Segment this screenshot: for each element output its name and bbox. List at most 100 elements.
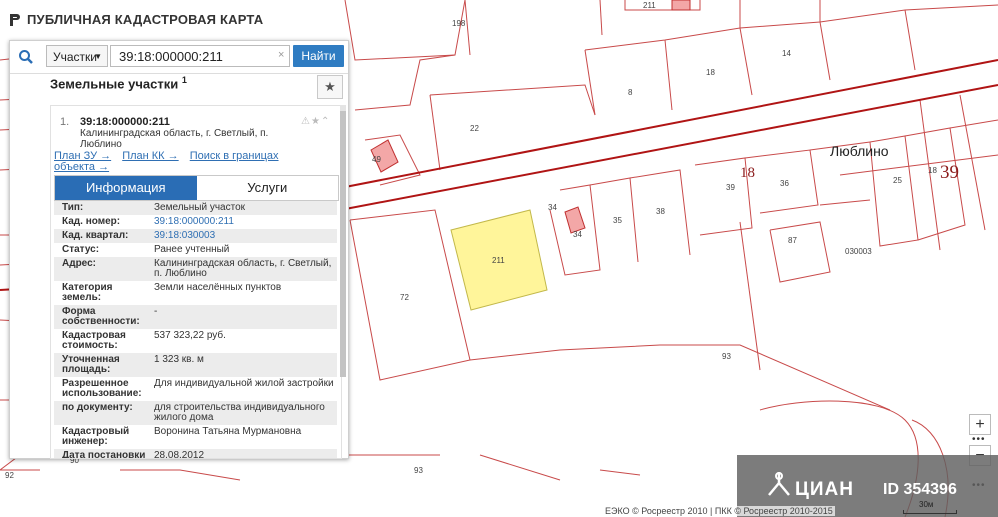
info-value: Калининградская область, г. Светлый, п. … [154, 258, 332, 279]
info-value: 1 323 кв. м [154, 354, 204, 365]
info-table: Тип: Земельный участок Кад. номер: 39:18:00… [54, 201, 337, 459]
info-key: Кадастровый инженер: [62, 426, 130, 447]
chevron-up-icon[interactable]: ⌃ [321, 116, 330, 127]
chevron-down-icon: ▼ [94, 52, 102, 61]
info-key: Адрес: [62, 258, 96, 269]
svg-text:39: 39 [726, 183, 735, 192]
warning-icon[interactable]: ⚠ [301, 116, 311, 127]
tab-info[interactable]: Информация [55, 176, 197, 200]
info-key: Дата постановки на [62, 450, 146, 459]
info-value[interactable]: 39:18:000000:211 [154, 217, 337, 227]
search-input[interactable] [110, 45, 290, 67]
app-title-text: ПУБЛИЧНАЯ КАДАСТРОВАЯ КАРТА [27, 12, 264, 27]
app-title: ПУБЛИЧНАЯ КАДАСТРОВАЯ КАРТА [9, 12, 263, 27]
info-value: Земельный участок [154, 202, 246, 213]
svg-text:211: 211 [643, 1, 656, 10]
svg-text:22: 22 [470, 124, 479, 133]
results-heading: Земельные участки 1 [50, 75, 187, 91]
info-row: Статус: Ранее учтенный [54, 243, 337, 257]
tab-services[interactable]: Услуги [197, 176, 339, 200]
svg-text:49: 49 [372, 155, 381, 164]
svg-text:72: 72 [400, 293, 409, 302]
info-value: Земли населённых пунктов [154, 282, 282, 293]
info-key: Кад. квартал: [62, 230, 129, 241]
info-value: Для индивидуальной жилой застройки [154, 378, 334, 389]
info-value: Ранее учтенный [154, 244, 230, 255]
info-row: Кадастровая стоимость: 537 323,22 руб. [54, 329, 337, 353]
favorite-button[interactable]: ★ [317, 75, 343, 99]
info-row: Уточненная площадь: 1 323 кв. м [54, 353, 337, 377]
info-key: Разрешенное использование: [62, 378, 142, 399]
svg-text:14: 14 [782, 49, 791, 58]
star-icon: ★ [324, 79, 336, 94]
search-bar: Участки ▼ × Найти [10, 41, 348, 74]
result-index: 1. [60, 116, 70, 128]
info-key: Кадастровая стоимость: [62, 330, 126, 351]
card-tools: ⚠★⌃ [301, 116, 330, 127]
info-key: Уточненная площадь: [62, 354, 120, 375]
info-row: Кад. номер: 39:18:000000:211 [54, 215, 337, 229]
svg-text:93: 93 [722, 352, 731, 361]
info-row: Тип: Земельный участок [54, 201, 337, 215]
layer-select[interactable]: Участки ▼ [46, 45, 108, 67]
info-row: Кад. квартал: 39:18:030003 [54, 229, 337, 243]
scrollbar[interactable] [340, 105, 346, 377]
info-key: Статус: [62, 244, 100, 255]
link-plan-kk[interactable]: План КК → [122, 150, 178, 162]
result-card: 1. 39:18:000000:211 Калининградская обла… [50, 105, 342, 459]
info-row: Разрешенное использование: Для индивидуал… [54, 377, 337, 401]
zoom-in-button[interactable]: + [969, 414, 991, 435]
results-heading-text: Земельные участки [50, 76, 179, 92]
info-value[interactable]: 39:18:030003 [154, 231, 337, 241]
scale-label: 30м [919, 500, 934, 509]
svg-text:030003: 030003 [845, 247, 872, 256]
info-value: для строительства индивидуального жилого… [154, 402, 325, 423]
cian-logo-icon [767, 471, 791, 502]
results-count: 1 [181, 75, 187, 85]
info-key: Категория земель: [62, 282, 113, 303]
svg-text:Люблино: Люблино [830, 143, 889, 159]
svg-text:211: 211 [492, 256, 505, 265]
result-links: План ЗУ → План КК → Поиск в границах объ… [54, 151, 322, 173]
svg-text:39: 39 [940, 162, 959, 183]
layer-select-value: Участки [53, 50, 97, 64]
find-button[interactable]: Найти [293, 45, 344, 67]
svg-text:92: 92 [5, 471, 14, 480]
scale-bar [903, 510, 957, 514]
svg-text:8: 8 [628, 88, 633, 97]
search-icon[interactable] [18, 49, 34, 65]
info-key: Тип: [62, 202, 84, 213]
watermark-name: ЦИАН [795, 479, 854, 500]
star-outline-icon[interactable]: ★ [311, 116, 321, 127]
svg-text:36: 36 [780, 179, 789, 188]
info-value: - [154, 306, 158, 317]
info-row: Дата постановки на 28.08.2012 [54, 449, 337, 459]
result-tabs: Информация Услуги [54, 175, 339, 201]
info-key: Кад. номер: [62, 216, 121, 227]
svg-text:18: 18 [740, 165, 755, 181]
map-attribution: ЕЭКО © Росреестр 2010 | ПКК © Росреестр … [603, 506, 835, 516]
info-key: Форма собственности: [62, 306, 140, 327]
svg-text:25: 25 [893, 176, 902, 185]
svg-text:34: 34 [573, 230, 582, 239]
result-address: Калининградская область, г. Светлый, п. … [80, 128, 269, 150]
result-number[interactable]: 39:18:000000:211 [80, 116, 170, 128]
clear-icon[interactable]: × [278, 49, 284, 61]
info-value: Воронина Татьяна Мурмановна [154, 426, 302, 437]
info-row: Категория земель: Земли населённых пункто… [54, 281, 337, 305]
info-row: Форма собственности: - [54, 305, 337, 329]
watermark-id: ID 354396 [883, 481, 957, 498]
svg-text:35: 35 [613, 216, 622, 225]
info-row: по документу: для строительства индивидуа… [54, 401, 337, 425]
info-row: Кадастровый инженер: Воронина Татьяна Мур… [54, 425, 337, 449]
svg-text:198: 198 [452, 19, 466, 28]
svg-text:38: 38 [656, 207, 665, 216]
search-panel: Участки ▼ × Найти Земельные участки 1 ★ … [9, 40, 349, 459]
svg-text:87: 87 [788, 236, 797, 245]
info-value: 537 323,22 руб. [154, 330, 226, 341]
scroll-thumb[interactable] [340, 111, 346, 377]
zoom-dots: ••• [972, 434, 986, 445]
info-row: Адрес: Калининградская область, г. Светлы… [54, 257, 337, 281]
svg-text:34: 34 [548, 203, 557, 212]
info-key: по документу: [62, 402, 133, 413]
